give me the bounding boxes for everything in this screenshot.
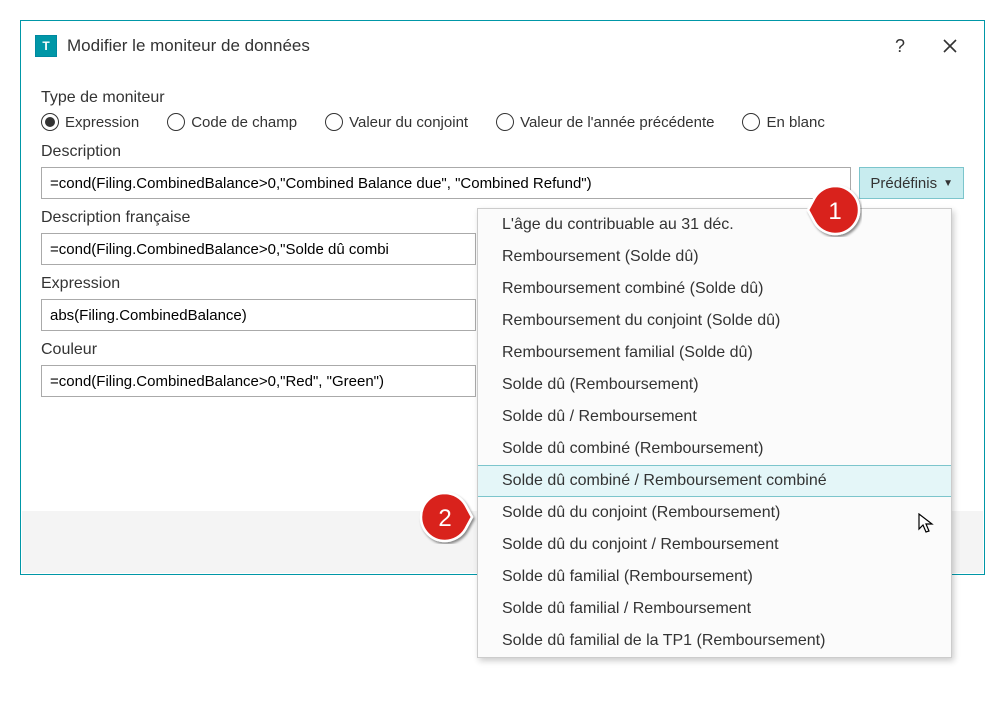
presets-button-label: Prédéfinis bbox=[870, 175, 937, 192]
app-icon: T bbox=[35, 35, 57, 57]
callout-icon: 2 bbox=[418, 490, 490, 544]
monitor-type-radios: Expression Code de champ Valeur du conjo… bbox=[41, 113, 964, 131]
preset-item[interactable]: L'âge du contribuable au 31 déc. bbox=[478, 209, 951, 241]
description-fr-input[interactable] bbox=[41, 233, 476, 265]
callout-marker-2: 2 bbox=[418, 490, 490, 544]
preset-item[interactable]: Solde dû familial de la TP1 (Rembourseme… bbox=[478, 625, 951, 657]
preset-item[interactable]: Solde dû combiné (Remboursement) bbox=[478, 433, 951, 465]
close-button[interactable] bbox=[930, 31, 970, 61]
preset-item-highlighted[interactable]: Solde dû combiné / Remboursement combiné bbox=[478, 465, 951, 497]
color-input[interactable] bbox=[41, 365, 476, 397]
presets-dropdown: L'âge du contribuable au 31 déc. Rembour… bbox=[477, 208, 952, 658]
monitor-type-label: Type de moniteur bbox=[41, 89, 964, 107]
radio-label: Code de champ bbox=[191, 114, 297, 131]
radio-prev-year-value[interactable]: Valeur de l'année précédente bbox=[496, 113, 714, 131]
radio-label: En blanc bbox=[766, 114, 824, 131]
chevron-down-icon: ▼ bbox=[943, 178, 953, 189]
presets-button[interactable]: Prédéfinis ▼ bbox=[859, 167, 964, 199]
preset-item[interactable]: Remboursement familial (Solde dû) bbox=[478, 337, 951, 369]
dialog-title: Modifier le moniteur de données bbox=[67, 36, 310, 56]
callout-number: 1 bbox=[828, 198, 841, 225]
radio-field-code[interactable]: Code de champ bbox=[167, 113, 297, 131]
preset-item[interactable]: Solde dû / Remboursement bbox=[478, 401, 951, 433]
preset-item[interactable]: Solde dû familial (Remboursement) bbox=[478, 561, 951, 593]
preset-item[interactable]: Solde dû du conjoint (Remboursement) bbox=[478, 497, 951, 529]
preset-item[interactable]: Solde dû familial / Remboursement bbox=[478, 593, 951, 625]
callout-marker-1: 1 bbox=[790, 183, 862, 237]
radio-icon bbox=[167, 113, 185, 131]
radio-icon bbox=[325, 113, 343, 131]
radio-label: Valeur du conjoint bbox=[349, 114, 468, 131]
preset-item[interactable]: Remboursement combiné (Solde dû) bbox=[478, 273, 951, 305]
callout-icon: 1 bbox=[790, 183, 862, 237]
mouse-cursor-icon bbox=[918, 513, 936, 539]
radio-icon bbox=[742, 113, 760, 131]
radio-icon bbox=[496, 113, 514, 131]
preset-item[interactable]: Solde dû (Remboursement) bbox=[478, 369, 951, 401]
radio-expression[interactable]: Expression bbox=[41, 113, 139, 131]
expression-input[interactable] bbox=[41, 299, 476, 331]
preset-item[interactable]: Remboursement du conjoint (Solde dû) bbox=[478, 305, 951, 337]
radio-spouse-value[interactable]: Valeur du conjoint bbox=[325, 113, 468, 131]
radio-blank[interactable]: En blanc bbox=[742, 113, 824, 131]
close-icon bbox=[942, 38, 958, 54]
radio-icon bbox=[41, 113, 59, 131]
preset-item[interactable]: Remboursement (Solde dû) bbox=[478, 241, 951, 273]
description-input[interactable] bbox=[41, 167, 851, 199]
description-label: Description bbox=[41, 143, 964, 161]
titlebar: T Modifier le moniteur de données ? bbox=[21, 21, 984, 71]
preset-item[interactable]: Solde dû du conjoint / Remboursement bbox=[478, 529, 951, 561]
radio-label: Expression bbox=[65, 114, 139, 131]
radio-label: Valeur de l'année précédente bbox=[520, 114, 714, 131]
help-button[interactable]: ? bbox=[880, 31, 920, 61]
callout-number: 2 bbox=[438, 505, 451, 532]
